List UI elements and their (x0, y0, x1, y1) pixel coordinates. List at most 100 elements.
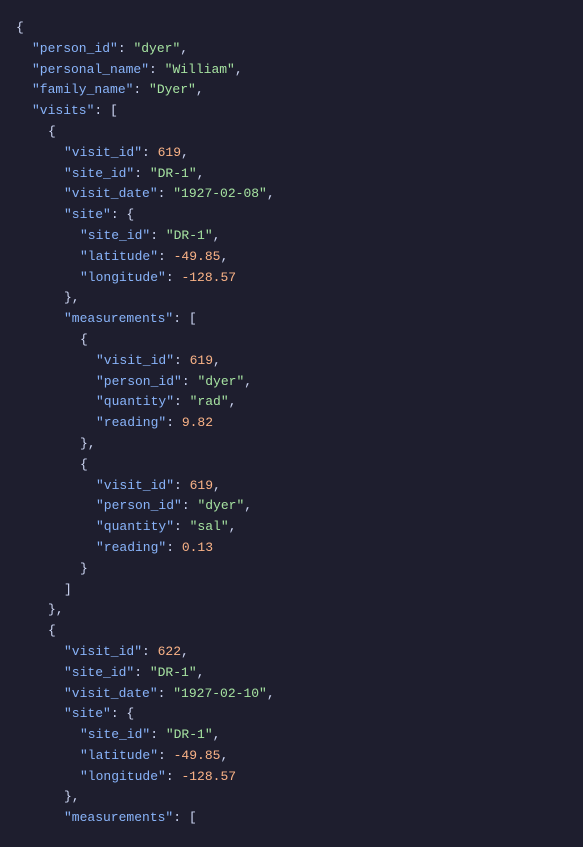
json-line: "quantity": "rad", (16, 392, 567, 413)
json-line: "longitude": -128.57 (16, 767, 567, 788)
json-token-brace: { (48, 623, 56, 638)
json-token-brace: { (126, 706, 134, 721)
json-line: }, (16, 600, 567, 621)
json-line: "personal_name": "William", (16, 60, 567, 81)
json-token-key: "person_id" (96, 498, 182, 513)
json-token-brace: { (80, 332, 88, 347)
json-token-colon: : (94, 103, 110, 118)
json-token-number-val: 619 (190, 353, 213, 368)
json-line: "visits": [ (16, 101, 567, 122)
json-token-punctuation: , (229, 394, 237, 409)
json-token-punctuation: , (244, 374, 252, 389)
json-token-colon: : (158, 186, 174, 201)
json-token-punctuation: , (267, 686, 275, 701)
json-token-colon: : (174, 394, 190, 409)
json-token-key: "visits" (32, 103, 94, 118)
json-token-brace: { (16, 20, 24, 35)
json-line: }, (16, 288, 567, 309)
json-line: }, (16, 787, 567, 808)
json-token-key: "longitude" (80, 270, 166, 285)
json-token-colon: : (182, 374, 198, 389)
json-line: "latitude": -49.85, (16, 746, 567, 767)
json-token-colon: : (166, 270, 182, 285)
json-viewer: {"person_id": "dyer","personal_name": "W… (0, 10, 583, 837)
json-token-key: "person_id" (96, 374, 182, 389)
json-token-string-val: "DR-1" (166, 228, 213, 243)
json-token-string-val: "dyer" (197, 374, 244, 389)
json-token-number-val: -49.85 (174, 249, 221, 264)
json-token-key: "site_id" (80, 228, 150, 243)
json-token-punctuation: , (213, 353, 221, 368)
json-token-key: "visit_date" (64, 686, 158, 701)
json-token-brace: } (80, 561, 88, 576)
json-token-colon: : (166, 415, 182, 430)
json-token-key: "quantity" (96, 394, 174, 409)
json-token-punctuation: , (181, 644, 189, 659)
json-token-string-val: "DR-1" (150, 166, 197, 181)
json-token-key: "site_id" (64, 665, 134, 680)
json-token-key: "visit_id" (64, 145, 142, 160)
json-token-key: "site_id" (80, 727, 150, 742)
json-token-colon: : (182, 498, 198, 513)
json-token-number-val: 619 (190, 478, 213, 493)
json-token-number-val: 0.13 (182, 540, 213, 555)
json-token-colon: : (166, 769, 182, 784)
json-token-key: "latitude" (80, 249, 158, 264)
json-token-punctuation: , (220, 748, 228, 763)
json-token-number-val: 622 (158, 644, 181, 659)
json-token-colon: : (173, 311, 189, 326)
json-line: "site_id": "DR-1", (16, 226, 567, 247)
json-token-string-val: "William" (165, 62, 235, 77)
json-token-key: "site" (64, 706, 111, 721)
json-line: "visit_id": 619, (16, 143, 567, 164)
json-token-colon: : (174, 478, 190, 493)
json-token-key: "reading" (96, 415, 166, 430)
json-token-brace: [ (189, 311, 197, 326)
json-token-brace: { (126, 207, 134, 222)
json-token-colon: : (166, 540, 182, 555)
json-line: "reading": 9.82 (16, 413, 567, 434)
json-token-punctuation: , (267, 186, 275, 201)
json-line: "site": { (16, 205, 567, 226)
json-token-string-val: "1927-02-08" (173, 186, 267, 201)
json-token-colon: : (150, 727, 166, 742)
json-token-key: "family_name" (32, 82, 133, 97)
json-token-number-val: 619 (158, 145, 181, 160)
json-line: "person_id": "dyer", (16, 372, 567, 393)
json-token-colon: : (174, 519, 190, 534)
json-token-colon: : (133, 82, 149, 97)
json-token-key: "latitude" (80, 748, 158, 763)
json-token-key: "person_id" (32, 41, 118, 56)
json-line: "site_id": "DR-1", (16, 663, 567, 684)
json-token-colon: : (158, 748, 174, 763)
json-line: "site": { (16, 704, 567, 725)
json-token-string-val: "DR-1" (150, 665, 197, 680)
json-line: { (16, 122, 567, 143)
json-token-string-val: "dyer" (197, 498, 244, 513)
json-line: "site_id": "DR-1", (16, 725, 567, 746)
json-token-key: "site" (64, 207, 111, 222)
json-token-colon: : (118, 41, 134, 56)
json-token-punctuation: , (220, 249, 228, 264)
json-token-colon: : (111, 706, 127, 721)
json-line: "site_id": "DR-1", (16, 164, 567, 185)
json-line: "visit_id": 619, (16, 476, 567, 497)
json-token-colon: : (149, 62, 165, 77)
json-token-key: "longitude" (80, 769, 166, 784)
json-token-string-val: "DR-1" (166, 727, 213, 742)
json-token-key: "site_id" (64, 166, 134, 181)
json-token-punctuation: , (181, 145, 189, 160)
json-line: "measurements": [ (16, 309, 567, 330)
json-token-key: "quantity" (96, 519, 174, 534)
json-token-string-val: "dyer" (133, 41, 180, 56)
json-token-colon: : (134, 166, 150, 181)
json-token-brace: }, (64, 290, 80, 305)
json-token-brace: }, (64, 789, 80, 804)
json-token-brace: }, (48, 602, 64, 617)
json-token-punctuation: , (196, 82, 204, 97)
json-token-brace: }, (80, 436, 96, 451)
json-token-punctuation: , (244, 498, 252, 513)
json-line: "latitude": -49.85, (16, 247, 567, 268)
json-token-punctuation: , (197, 665, 205, 680)
json-token-key: "measurements" (64, 311, 173, 326)
